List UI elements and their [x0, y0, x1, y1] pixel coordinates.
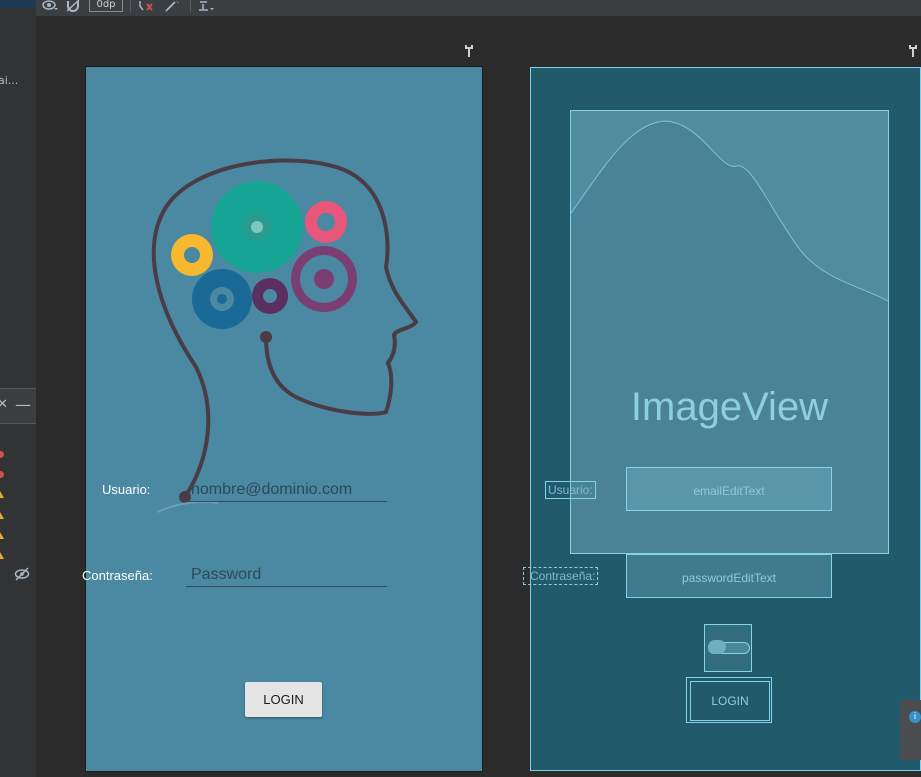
password-input[interactable]: [186, 564, 387, 587]
close-icon[interactable]: ✕: [0, 397, 8, 412]
email-input[interactable]: [186, 479, 387, 502]
warning-marker-icon[interactable]: [0, 491, 4, 498]
panel-selection-bar: [0, 0, 36, 8]
gear-icon: [291, 246, 357, 312]
gear-icon: [171, 234, 213, 276]
error-marker-icon[interactable]: [0, 451, 4, 458]
wrench-icon[interactable]: [464, 43, 474, 62]
notification-panel[interactable]: i: [900, 700, 921, 760]
magnet-off-icon[interactable]: [66, 0, 80, 14]
align-icon[interactable]: [198, 0, 216, 14]
info-icon[interactable]: i: [909, 711, 921, 723]
default-margin-selector[interactable]: 0dp: [89, 0, 123, 12]
warning-marker-icon[interactable]: [0, 532, 4, 539]
blueprint-password-label[interactable]: Contraseña:: [523, 567, 599, 585]
design-preview-screen[interactable]: Usuario: Contraseña: LOGIN: [82, 67, 482, 771]
error-marker-icon[interactable]: [0, 471, 4, 478]
gear-icon: [211, 181, 303, 273]
username-label: Usuario:: [102, 482, 151, 497]
magic-wand-icon[interactable]: [164, 0, 180, 14]
left-tool-panel: ai... ✕ —: [0, 0, 36, 777]
wrench-icon[interactable]: [908, 43, 918, 62]
blueprint-preview-screen[interactable]: ImageView Usuario: Contraseña: emailEdit…: [523, 67, 921, 771]
gear-icon: [305, 201, 347, 243]
minimize-icon[interactable]: —: [15, 395, 31, 414]
eye-icon[interactable]: [42, 0, 58, 14]
login-button[interactable]: LOGIN: [245, 682, 322, 717]
warning-marker-icon[interactable]: [0, 512, 4, 519]
gear-icon: [252, 278, 288, 314]
blueprint-username-label[interactable]: Usuario:: [545, 481, 596, 499]
truncated-item-label: ai...: [0, 74, 19, 87]
blueprint-password-field[interactable]: passwordEditText: [626, 554, 832, 598]
imageview-label: ImageView: [630, 385, 829, 429]
warning-marker-icon[interactable]: [0, 552, 4, 559]
password-label: Contraseña:: [82, 568, 153, 583]
switch-thumb: [708, 640, 726, 654]
panel-header-bar: ✕ —: [0, 388, 36, 424]
blueprint-login-label: LOGIN: [690, 681, 770, 721]
eye-off-icon[interactable]: [14, 566, 30, 585]
gear-icon: [192, 269, 252, 329]
brain-gears-logo: [151, 158, 419, 513]
blueprint-email-field[interactable]: emailEditText: [626, 467, 832, 511]
blueprint-login-button[interactable]: LOGIN: [686, 677, 772, 723]
clear-constraints-icon[interactable]: [138, 0, 154, 14]
blueprint-switch[interactable]: [704, 624, 752, 672]
layout-editor-toolbar: 0dp: [0, 0, 921, 17]
